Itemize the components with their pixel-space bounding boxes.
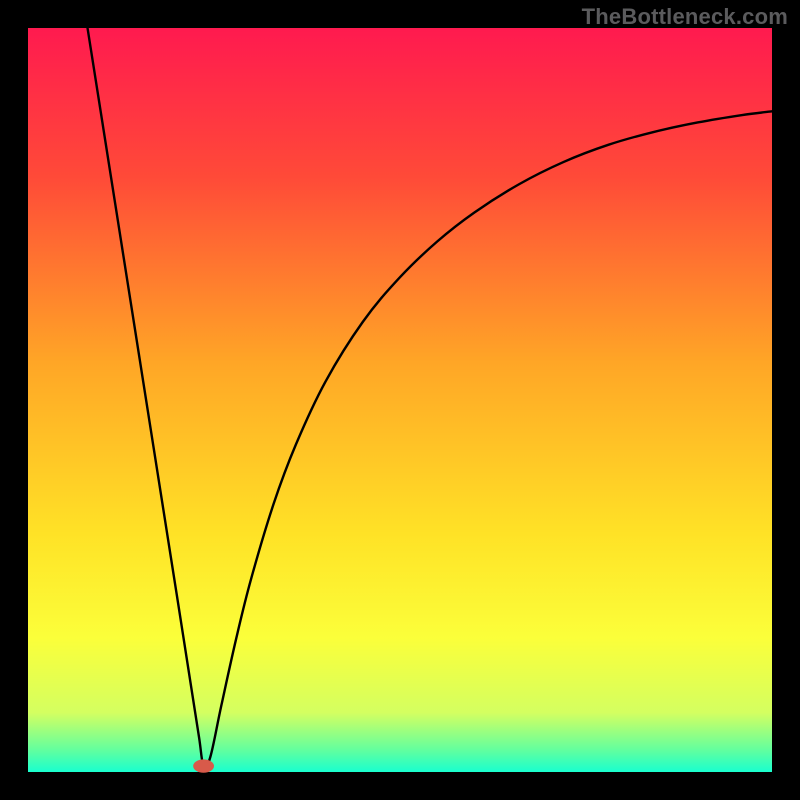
bottleneck-chart (0, 0, 800, 800)
plot-background (28, 28, 772, 772)
min-marker (193, 759, 214, 772)
chart-frame: TheBottleneck.com (0, 0, 800, 800)
watermark-text: TheBottleneck.com (582, 4, 788, 30)
